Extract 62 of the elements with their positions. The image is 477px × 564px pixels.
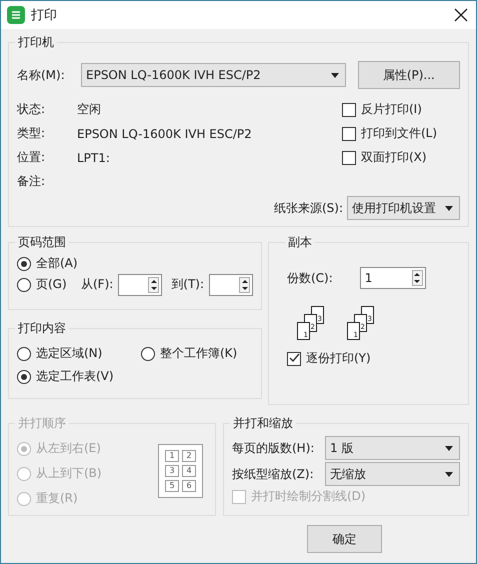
group-title: 并打顺序 [17, 415, 67, 432]
group-title: 打印内容 [17, 320, 67, 337]
radio-label: 页(G) [36, 276, 68, 293]
caret-icon [445, 472, 453, 476]
radio-label: 整个工作簿(K) [160, 345, 238, 362]
radio-button[interactable] [17, 278, 31, 292]
radio-label: 全部(A) [36, 255, 78, 272]
checkbox[interactable] [287, 352, 301, 366]
info-label: 类型: [17, 125, 46, 142]
field-label: 按纸型缩放(Z): [232, 466, 314, 482]
ok-button[interactable]: 确定 [307, 525, 382, 553]
checkbox-label: 并打时绘制分割线(D) [251, 488, 366, 505]
spin-arrows-icon[interactable] [412, 270, 423, 286]
radio-label: 重复(R) [36, 490, 78, 507]
radio-button[interactable] [141, 346, 155, 360]
field-label: 名称(M): [17, 66, 66, 84]
info-label: 状态: [17, 101, 46, 118]
radio-label: 选定工作表(V) [36, 368, 114, 385]
close-icon[interactable] [454, 8, 468, 22]
printer-dropdown[interactable]: EPSON LQ-1600K IVH ESC/P2 [81, 63, 346, 87]
info-value: LPT1: [77, 150, 110, 164]
window-title: 打印 [31, 7, 58, 24]
info-value: EPSON LQ-1600K IVH ESC/P2 [77, 126, 252, 140]
radio-label: 选定区域(N) [36, 345, 102, 362]
checkbox-label: 打印到文件(L) [361, 125, 438, 142]
spin-field[interactable] [209, 274, 254, 296]
checkbox-label: 逐份打印(Y) [306, 350, 371, 367]
group-title: 并打和缩放 [232, 415, 294, 432]
group-title: 打印机 [17, 34, 55, 51]
field-label: 每页的版数(H): [232, 440, 314, 456]
field-label: 纸张来源(S): [274, 200, 343, 216]
spin-arrows-icon[interactable] [148, 276, 160, 292]
checkbox[interactable] [342, 126, 356, 140]
app-icon [7, 6, 25, 24]
checkbox[interactable] [342, 102, 356, 116]
field-label: 从(F): [80, 276, 114, 293]
copies-spin-field[interactable]: 1 [360, 267, 426, 289]
paper-source-dropdown[interactable]: 使用打印机设置 [347, 196, 460, 220]
info-label: 备注: [17, 173, 46, 190]
checkbox-label: 反片打印(I) [361, 101, 422, 118]
info-value: 空闲 [77, 101, 101, 118]
radio-button[interactable] [17, 256, 31, 270]
field-label: 到(T): [171, 276, 204, 293]
page-order-icon: 1 2 3 4 5 6 [158, 444, 203, 498]
checkbox[interactable] [342, 150, 356, 164]
radio-label: 从左到右(E) [36, 440, 101, 457]
field-label: 份数(C): [287, 270, 333, 286]
group-title: 副本 [287, 234, 313, 251]
radio-label: 从上到下(B) [36, 465, 102, 482]
dropdown[interactable]: 无缩放 [325, 462, 460, 486]
caret-icon [445, 206, 453, 210]
dropdown[interactable]: 1 版 [325, 436, 460, 460]
caret-icon [330, 72, 339, 78]
checkbox-label: 双面打印(X) [361, 149, 427, 166]
group-title: 页码范围 [17, 234, 67, 251]
spin-arrows-icon[interactable] [239, 276, 250, 292]
properties-button[interactable]: 属性(P)... [358, 61, 460, 89]
info-label: 位置: [17, 149, 46, 166]
radio-button[interactable] [17, 370, 31, 384]
caret-icon [445, 446, 453, 450]
spin-field[interactable] [118, 274, 162, 296]
radio-button[interactable] [17, 346, 31, 360]
